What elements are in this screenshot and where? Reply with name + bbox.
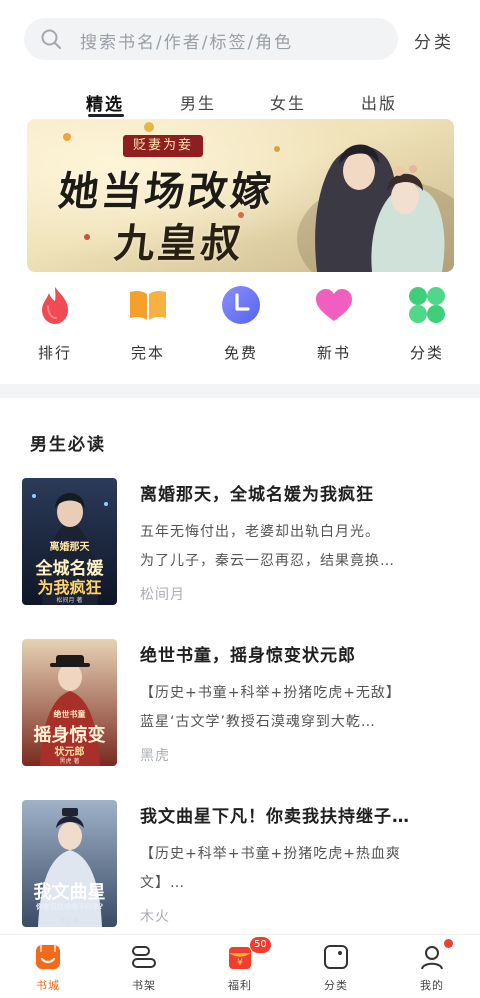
nav-label: 福利 — [228, 979, 252, 992]
entry-label: 免费 — [223, 344, 258, 362]
clock-icon — [222, 286, 260, 324]
nav-label: 书城 — [36, 979, 60, 992]
nav-label: 我的 — [420, 979, 444, 992]
cover-title-top: 离婚那天 — [49, 542, 90, 553]
nav-bookstore[interactable]: 书城 — [8, 935, 88, 998]
tab-female[interactable]: 女生 — [270, 90, 306, 114]
quick-entries: 排行 完本 免费 新书 分类 — [0, 280, 480, 370]
book-item[interactable]: 我文曲星 你卖我扶持继子科举? 木火 著 我文曲星下凡！你卖我扶持继子… 【历史… — [0, 800, 480, 930]
flame-icon — [42, 287, 68, 324]
entry-label: 完本 — [130, 344, 165, 362]
book-title[interactable]: 绝世书童，摇身惊变状元郎 — [140, 641, 460, 666]
active-tab-indicator — [88, 114, 124, 117]
search-bar[interactable]: 搜索书名/作者/标签/角色 — [24, 18, 398, 60]
description-line: 文】… — [140, 875, 185, 891]
nav-label: 分类 — [324, 979, 348, 992]
entry-ranking[interactable]: 排行 — [20, 280, 90, 366]
category-icon — [324, 945, 348, 969]
entry-free[interactable]: 免费 — [206, 280, 276, 366]
book-description: 【历史+书童+科举+扮猪吃虎+无敌】 蓝星‘古文学’教授石漠魂穿到大乾… — [140, 679, 460, 737]
top-bar: 搜索书名/作者/标签/角色 分类 — [0, 0, 480, 80]
notification-dot — [444, 939, 453, 948]
book-author: 木火 — [140, 909, 170, 925]
book-description: 五年无悔付出，老婆却出轨白月光。 为了儿子，秦云一忍再忍，结果竟换… — [140, 518, 460, 576]
entry-label: 排行 — [37, 344, 72, 362]
book-author: 松间月 — [140, 587, 185, 603]
cover-title-mid: 我文曲星 — [33, 882, 106, 903]
description-line: 为了儿子，秦云一忍再忍，结果竟换… — [140, 553, 395, 569]
entry-categories[interactable]: 分类 — [392, 280, 462, 366]
book-title[interactable]: 离婚那天，全城名媛为我疯狂 — [140, 480, 460, 505]
description-line: 【历史+书童+科举+扮猪吃虎+无敌】 — [140, 685, 401, 701]
open-book-icon — [130, 290, 166, 320]
search-icon — [41, 29, 62, 50]
description-line: 【历史+科举+书童+扮猪吃虎+热血爽 — [140, 846, 401, 862]
rewards-badge: 50 — [250, 937, 271, 953]
tab-male[interactable]: 男生 — [180, 90, 216, 114]
book-cover[interactable]: 离婚那天 全城名媛 为我疯狂 松间月 著 — [22, 478, 117, 605]
nav-label: 书架 — [132, 979, 156, 992]
section-title: 男生必读 — [30, 435, 106, 455]
banner-seal: 贬妻为妾 — [123, 135, 204, 157]
heart-icon — [316, 289, 352, 321]
channel-tabs: 精选 男生 女生 出版 — [0, 86, 480, 120]
cover-title-top: 绝世书童 — [53, 709, 86, 719]
book-cover[interactable]: 我文曲星 你卖我扶持继子科举? 木火 著 — [22, 800, 117, 927]
nav-rewards[interactable]: ¥ 50 福利 — [200, 935, 280, 998]
svg-text:¥: ¥ — [237, 958, 243, 968]
tab-publishing[interactable]: 出版 — [361, 90, 397, 114]
cover-author: 木火 著 — [59, 918, 80, 925]
nav-profile[interactable]: 我的 — [392, 935, 472, 998]
nav-bookshelf[interactable]: 书架 — [104, 935, 184, 998]
book-item[interactable]: 绝世书童 摇身惊变 状元郎 黑虎 著 绝世书童，摇身惊变状元郎 【历史+书童+科… — [0, 639, 480, 769]
cover-title-bottom: 你卖我扶持继子科举? — [35, 902, 104, 911]
nav-category[interactable]: 分类 — [296, 935, 376, 998]
entry-completed[interactable]: 完本 — [113, 280, 183, 366]
bookshelf-icon — [132, 946, 156, 968]
grid-icon — [409, 287, 445, 323]
description-line: 蓝星‘古文学’教授石漠魂穿到大乾… — [140, 714, 376, 730]
entry-label: 分类 — [409, 344, 444, 362]
book-description: 【历史+科举+书童+扮猪吃虎+热血爽 文】… — [140, 840, 460, 898]
entry-label: 新书 — [316, 344, 351, 362]
search-placeholder: 搜索书名/作者/标签/角色 — [80, 33, 294, 53]
cover-author: 黑虎 著 — [59, 758, 80, 765]
bookstore-icon — [36, 945, 60, 969]
book-author: 黑虎 — [140, 748, 170, 764]
category-link[interactable]: 分类 — [414, 28, 454, 53]
section-divider — [0, 384, 480, 398]
profile-icon — [421, 946, 443, 970]
entry-new-books[interactable]: 新书 — [299, 280, 369, 366]
book-item[interactable]: 离婚那天 全城名媛 为我疯狂 松间月 著 离婚那天，全城名媛为我疯狂 五年无悔付… — [0, 478, 480, 608]
book-title[interactable]: 我文曲星下凡！你卖我扶持继子… — [140, 802, 460, 827]
description-line: 五年无悔付出，老婆却出轨白月光。 — [140, 524, 380, 540]
bottom-navigation: 书城 书架 ¥ 50 福利 分类 我的 — [0, 934, 480, 998]
banner-title-line2: 九皇叔 — [112, 220, 247, 267]
promo-banner[interactable]: 贬妻为妾 她当场改嫁 九皇叔 — [27, 119, 454, 272]
book-cover[interactable]: 绝世书童 摇身惊变 状元郎 黑虎 著 — [22, 639, 117, 766]
cover-author: 松间月 著 — [56, 597, 83, 604]
banner-title-line1: 她当场改嫁 — [56, 168, 277, 215]
tab-featured[interactable]: 精选 — [86, 90, 124, 115]
